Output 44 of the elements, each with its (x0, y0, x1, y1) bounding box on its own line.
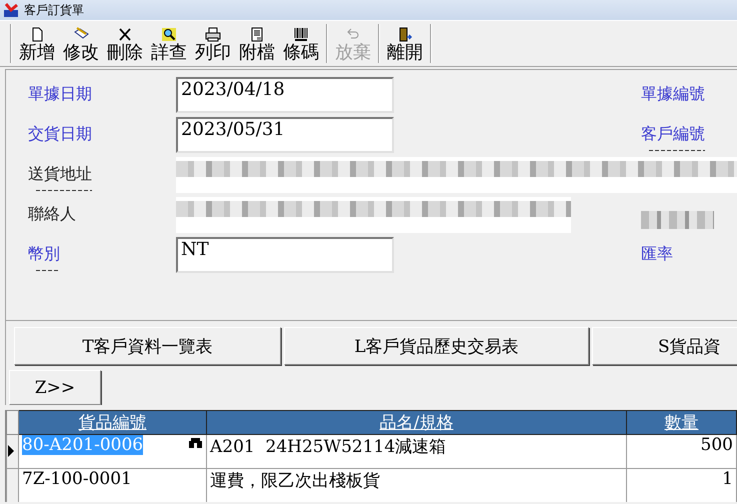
table-cell: 運費，限乙次出棧板貨 (206, 468, 626, 502)
printer-icon (205, 27, 221, 42)
input-field[interactable]: 2023/04/18 (176, 77, 394, 113)
toolbar-button[interactable]: 離開 (383, 21, 427, 66)
field-label[interactable]: 單據日期 (28, 83, 92, 111)
toolbar-button[interactable]: 附檔 (235, 21, 279, 66)
action-button[interactable]: T客戶資料一覽表 (14, 327, 281, 365)
barcode-icon (293, 27, 309, 42)
toolbar-button[interactable]: 詳查 (147, 21, 191, 66)
field-label[interactable]: 單據編號 (641, 83, 705, 111)
row-pointer-icon (7, 444, 15, 456)
field-label: 送貨地址 (28, 163, 92, 191)
toolbar-button[interactable]: 條碼 (279, 21, 323, 66)
exit-icon (397, 27, 413, 42)
field-label[interactable]: 幣別 (28, 243, 60, 271)
table-cell: 1 (626, 468, 736, 502)
field-label: 聯絡人 (28, 203, 76, 225)
field-label[interactable]: 客戶編號 (641, 123, 705, 151)
column-header[interactable]: 數量 (626, 410, 736, 434)
toolbar-button[interactable]: 修改 (59, 21, 103, 66)
app-icon (3, 2, 19, 18)
input-field[interactable]: 2023/05/31 (176, 117, 394, 153)
row-header[interactable] (6, 434, 18, 468)
window-title: 客戶訂貨單 (24, 2, 84, 18)
table-cell: A201 24H25W52114減速箱 (206, 434, 626, 468)
delete-icon (117, 27, 133, 42)
blurred-field[interactable] (176, 197, 571, 233)
toolbar-button[interactable]: 列印 (191, 21, 235, 66)
binoculars-icon (189, 438, 202, 448)
table-cell: 7Z-100-0001 (18, 468, 206, 502)
field-label[interactable]: 匯率 (641, 243, 673, 271)
toolbar-button[interactable]: 刪除 (103, 21, 147, 66)
document-icon (249, 27, 265, 42)
action-button[interactable]: S貨品資 (592, 327, 737, 365)
table-cell: 500 (626, 434, 736, 468)
blurred-field[interactable] (176, 157, 737, 193)
more-button[interactable]: Z>> (9, 370, 101, 405)
column-header[interactable]: 貨品編號 (18, 410, 206, 434)
input-field[interactable]: NT (176, 237, 394, 273)
action-button[interactable]: L客戶貨品歷史交易表 (284, 327, 589, 365)
search-icon (161, 27, 177, 42)
column-header[interactable]: 品名/規格 (206, 410, 626, 434)
toolbar-button[interactable]: 新增 (15, 21, 59, 66)
field-label[interactable]: 交貨日期 (28, 123, 92, 151)
